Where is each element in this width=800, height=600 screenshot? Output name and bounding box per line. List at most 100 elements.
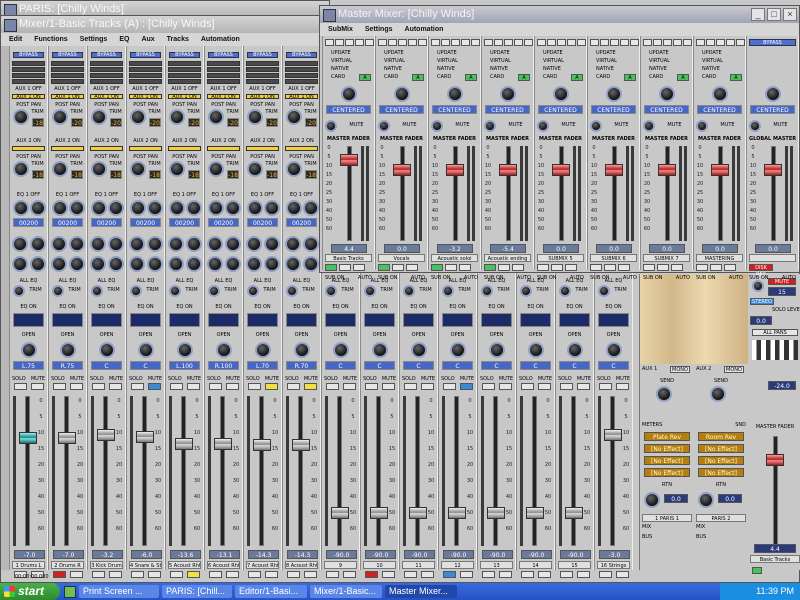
fader-cap[interactable] — [487, 507, 505, 519]
center-knob[interactable] — [394, 86, 410, 102]
submix-fader-cap[interactable] — [711, 164, 729, 176]
auto-button[interactable] — [382, 571, 395, 578]
route-button[interactable] — [514, 39, 523, 46]
mute-button[interactable] — [577, 383, 590, 390]
center-knob[interactable] — [765, 86, 781, 102]
solo-button[interactable] — [521, 383, 534, 390]
submix-fader-cap[interactable] — [446, 164, 464, 176]
eq-trim-knob[interactable] — [442, 285, 454, 297]
route-button[interactable] — [643, 39, 652, 46]
route-button[interactable] — [471, 39, 480, 46]
menu-eq[interactable]: EQ — [119, 33, 129, 46]
aux-knob[interactable] — [590, 120, 602, 132]
mute-button[interactable] — [382, 383, 395, 390]
eq-band-knob[interactable] — [147, 256, 163, 272]
route-button[interactable] — [696, 39, 705, 46]
insert-slot[interactable] — [51, 73, 84, 78]
rec-button[interactable] — [53, 571, 66, 578]
eq-gain-knob[interactable] — [286, 200, 302, 216]
center-knob[interactable] — [341, 86, 357, 102]
rec-button[interactable] — [209, 571, 222, 578]
eq-trim-knob[interactable] — [325, 285, 337, 297]
rec-button[interactable] — [248, 571, 261, 578]
route-button[interactable] — [736, 39, 745, 46]
eq-band-knob[interactable] — [90, 236, 106, 252]
pan-knob[interactable] — [333, 342, 349, 358]
eq-trim-knob[interactable] — [598, 285, 610, 297]
insert-slot[interactable] — [246, 61, 279, 66]
rec-button[interactable] — [287, 571, 300, 578]
disk-rec-button[interactable]: DISK REC — [749, 264, 773, 278]
insert-slot[interactable] — [285, 67, 318, 72]
card-badge[interactable]: A — [571, 74, 583, 81]
solo-button[interactable] — [287, 383, 300, 390]
rec-button[interactable] — [560, 571, 573, 578]
solo-button[interactable] — [14, 383, 27, 390]
eq-q-knob[interactable] — [303, 200, 319, 216]
aux2-badge[interactable] — [90, 146, 123, 151]
eq-trim-knob[interactable] — [403, 285, 415, 297]
solo-button[interactable] — [92, 383, 105, 390]
eq-band-knob[interactable] — [303, 256, 319, 272]
solo-button[interactable] — [131, 383, 144, 390]
aux2-badge[interactable] — [246, 146, 279, 151]
card-badge[interactable]: A — [730, 74, 742, 81]
aux2-knob[interactable] — [247, 161, 263, 177]
submix-on-button[interactable] — [484, 264, 496, 271]
rec-button[interactable] — [131, 571, 144, 578]
fader-cap[interactable] — [136, 431, 154, 444]
insert-slot[interactable] — [246, 79, 279, 84]
insert-slot[interactable] — [285, 79, 318, 84]
aux2-badge[interactable] — [51, 146, 84, 151]
pan-knob[interactable] — [411, 342, 427, 358]
eq-band-knob[interactable] — [129, 236, 145, 252]
route-button[interactable] — [335, 39, 344, 46]
eq-gain-knob[interactable] — [91, 200, 107, 216]
route-button[interactable] — [716, 39, 725, 46]
eq-trim-knob[interactable] — [520, 285, 532, 297]
route-button[interactable] — [388, 39, 397, 46]
aux-knob[interactable] — [537, 120, 549, 132]
eq-band-knob[interactable] — [108, 256, 124, 272]
task-print-screen[interactable]: Print Screen ... — [79, 585, 159, 598]
solo-button[interactable] — [599, 383, 612, 390]
auto-button[interactable] — [226, 571, 239, 578]
menu-functions[interactable]: Functions — [34, 33, 67, 46]
route-button[interactable] — [600, 39, 609, 46]
aux1-knob[interactable] — [52, 109, 68, 125]
insert-slot[interactable] — [51, 67, 84, 72]
pan-knob[interactable] — [606, 342, 622, 358]
submix-on-button[interactable] — [590, 264, 602, 271]
all-pans-button[interactable]: ALL PANS — [752, 329, 798, 336]
fader-cap[interactable] — [604, 428, 622, 441]
fader-cap[interactable] — [97, 428, 115, 441]
insert-slot[interactable] — [207, 67, 240, 72]
close-button[interactable]: × — [783, 8, 797, 21]
submix-mute-button[interactable] — [565, 264, 577, 271]
route-button[interactable] — [355, 39, 364, 46]
aux1-knob[interactable] — [247, 109, 263, 125]
route-button[interactable] — [610, 39, 619, 46]
eq-trim-knob[interactable] — [364, 285, 376, 297]
mute-button[interactable] — [421, 383, 434, 390]
submix-solo-button[interactable] — [445, 264, 457, 271]
aux2-badge[interactable] — [12, 146, 45, 151]
route-button[interactable] — [451, 39, 460, 46]
eq-trim-knob[interactable] — [208, 285, 220, 297]
pan-knob[interactable] — [372, 342, 388, 358]
center-knob[interactable] — [447, 86, 463, 102]
aux2-effect-slot-3[interactable]: [No Effect] — [698, 456, 744, 465]
aux1-effect-plate[interactable]: Plate Rev — [644, 432, 690, 441]
eq-gain-knob[interactable] — [52, 200, 68, 216]
submix-fader-cap[interactable] — [658, 164, 676, 176]
eq-band-knob[interactable] — [186, 236, 202, 252]
eq-band-knob[interactable] — [303, 236, 319, 252]
eq-band-knob[interactable] — [186, 256, 202, 272]
menu-automation[interactable]: Automation — [201, 33, 240, 46]
aux2-knob[interactable] — [13, 161, 29, 177]
route-button[interactable] — [504, 39, 513, 46]
eq-gain-knob[interactable] — [247, 200, 263, 216]
center-knob[interactable] — [553, 86, 569, 102]
aux1-knob[interactable] — [91, 109, 107, 125]
eq-gain-knob[interactable] — [13, 200, 29, 216]
